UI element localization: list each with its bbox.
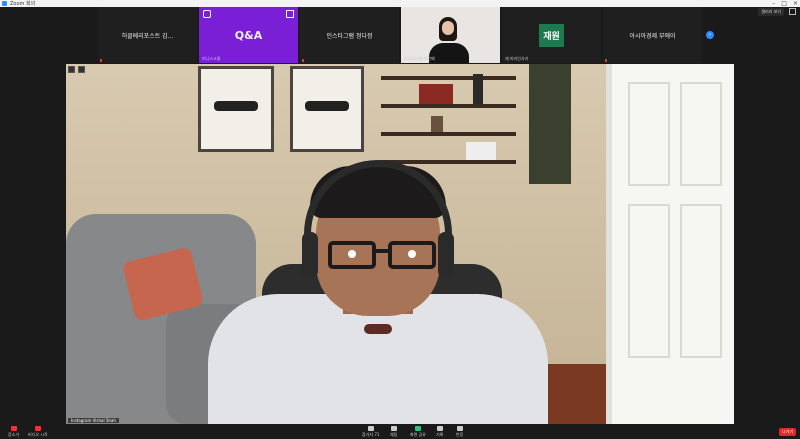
instagram-icon: [203, 10, 211, 18]
zoom-logo-icon: [2, 1, 7, 6]
calendar-icon: [286, 10, 294, 18]
participant-tile-qa[interactable]: Q&A 미니스크쿨: [199, 7, 298, 63]
pin-icon[interactable]: [68, 66, 75, 73]
leave-button[interactable]: 나가기: [778, 428, 796, 436]
participants-icon: [367, 426, 374, 431]
share-label: 화면 공유: [410, 432, 426, 437]
options-icon[interactable]: [78, 66, 85, 73]
participant-tile[interactable]: 인스타그램 정다정: [300, 7, 399, 63]
frame-car: [305, 101, 349, 111]
participant-tile[interactable]: 아시아경제 부에이: [603, 7, 702, 63]
qa-text: Q&A: [234, 28, 263, 42]
chat-label: 채팅: [390, 432, 398, 437]
record-button[interactable]: 기록: [436, 426, 443, 438]
mic-muted-icon: [302, 59, 304, 62]
close-icon[interactable]: ×: [793, 0, 798, 7]
chat-icon: [390, 426, 397, 431]
speaker-mouth: [364, 324, 392, 334]
shelf: [381, 76, 516, 80]
headphone-earcup: [438, 232, 454, 278]
start-video-button[interactable]: 비디오 시작: [28, 426, 48, 438]
logo-text: 재원: [539, 23, 564, 47]
shelf-object: [419, 84, 453, 104]
window-title: Zoom 회의: [10, 1, 36, 7]
record-label: 기록: [436, 432, 444, 437]
headphone-earcup: [302, 232, 318, 278]
mic-muted-icon: [100, 59, 102, 62]
share-screen-icon: [415, 426, 421, 431]
speaker: [198, 124, 558, 424]
participant-label: 미니스크쿨 마인페: [404, 56, 435, 61]
leave-label: 나가기: [781, 429, 793, 434]
next-page-button[interactable]: ›: [706, 31, 714, 39]
participant-tile-logo[interactable]: 재원 재 마지인사키: [502, 7, 601, 63]
white-door: [606, 64, 734, 424]
participants-label: 참가자 71: [362, 432, 379, 438]
participant-label: 미니스크쿨: [202, 56, 221, 61]
record-icon: [436, 426, 443, 431]
view-label: 갤러리 보기: [761, 9, 781, 14]
fullscreen-icon[interactable]: [789, 8, 796, 15]
active-speaker-video: Instagram Vishal Shah: [66, 64, 734, 424]
video-corner-icons: [68, 66, 85, 73]
participant-name: 아시아경제 부에이: [629, 32, 676, 40]
shelf: [381, 104, 516, 108]
mute-button[interactable]: 음소거: [8, 426, 19, 438]
frame-car: [213, 101, 259, 111]
window-controls: – □ ×: [772, 0, 798, 7]
mic-muted-icon: [605, 59, 607, 62]
participant-strip: 허클베리포스트 김... Q&A 미니스크쿨 인스타그램 정다정 미니스크쿨 마…: [98, 7, 702, 63]
participants-button[interactable]: 참가자 71: [362, 426, 379, 438]
chat-button[interactable]: 채팅: [390, 426, 397, 438]
shelf-object: [473, 74, 483, 104]
participant-name: 인스타그램 정다정: [326, 32, 373, 40]
glasses-bridge: [376, 249, 388, 253]
reactions-label: 반응: [456, 432, 464, 437]
share-screen-button[interactable]: 화면 공유: [410, 426, 426, 438]
participants-count: 71: [374, 432, 380, 437]
participant-tile[interactable]: 허클베리포스트 김...: [98, 7, 197, 63]
door-panel: [680, 82, 722, 186]
speaker-name-tag: Instagram Vishal Shah: [68, 418, 119, 423]
door-panel: [628, 204, 670, 358]
participants-text: 참가자: [362, 432, 374, 437]
participant-face: [442, 21, 454, 35]
view-toggle-button[interactable]: 갤러리 보기: [758, 8, 784, 16]
meeting-toolbar: 음소거 비디오 시작 참가자 71 채팅 화면 공유 기록 반응 나가기: [0, 425, 800, 439]
reactions-button[interactable]: 반응: [456, 426, 463, 438]
participant-tile-camera[interactable]: 미니스크쿨 마인페: [401, 7, 500, 63]
door-panel: [680, 204, 722, 358]
speaker-eye: [348, 250, 356, 258]
maximize-icon[interactable]: □: [781, 0, 787, 7]
headphones-icon: [304, 160, 452, 240]
reactions-icon: [456, 426, 463, 431]
title-bar: Zoom 회의 – □ ×: [0, 0, 800, 7]
speaker-name: Instagram Vishal Shah: [71, 418, 116, 423]
participant-label: 재 마지인사키: [505, 56, 529, 61]
video-label: 비디오 시작: [28, 432, 48, 437]
minimize-icon[interactable]: –: [772, 0, 775, 7]
speaker-eye: [408, 250, 416, 258]
door-panel: [628, 82, 670, 186]
participant-name: 허클베리포스트 김...: [121, 32, 174, 40]
mic-muted-icon: [10, 426, 17, 431]
participant-body: [429, 43, 469, 63]
video-off-icon: [34, 426, 41, 431]
mute-label: 음소거: [8, 432, 20, 437]
